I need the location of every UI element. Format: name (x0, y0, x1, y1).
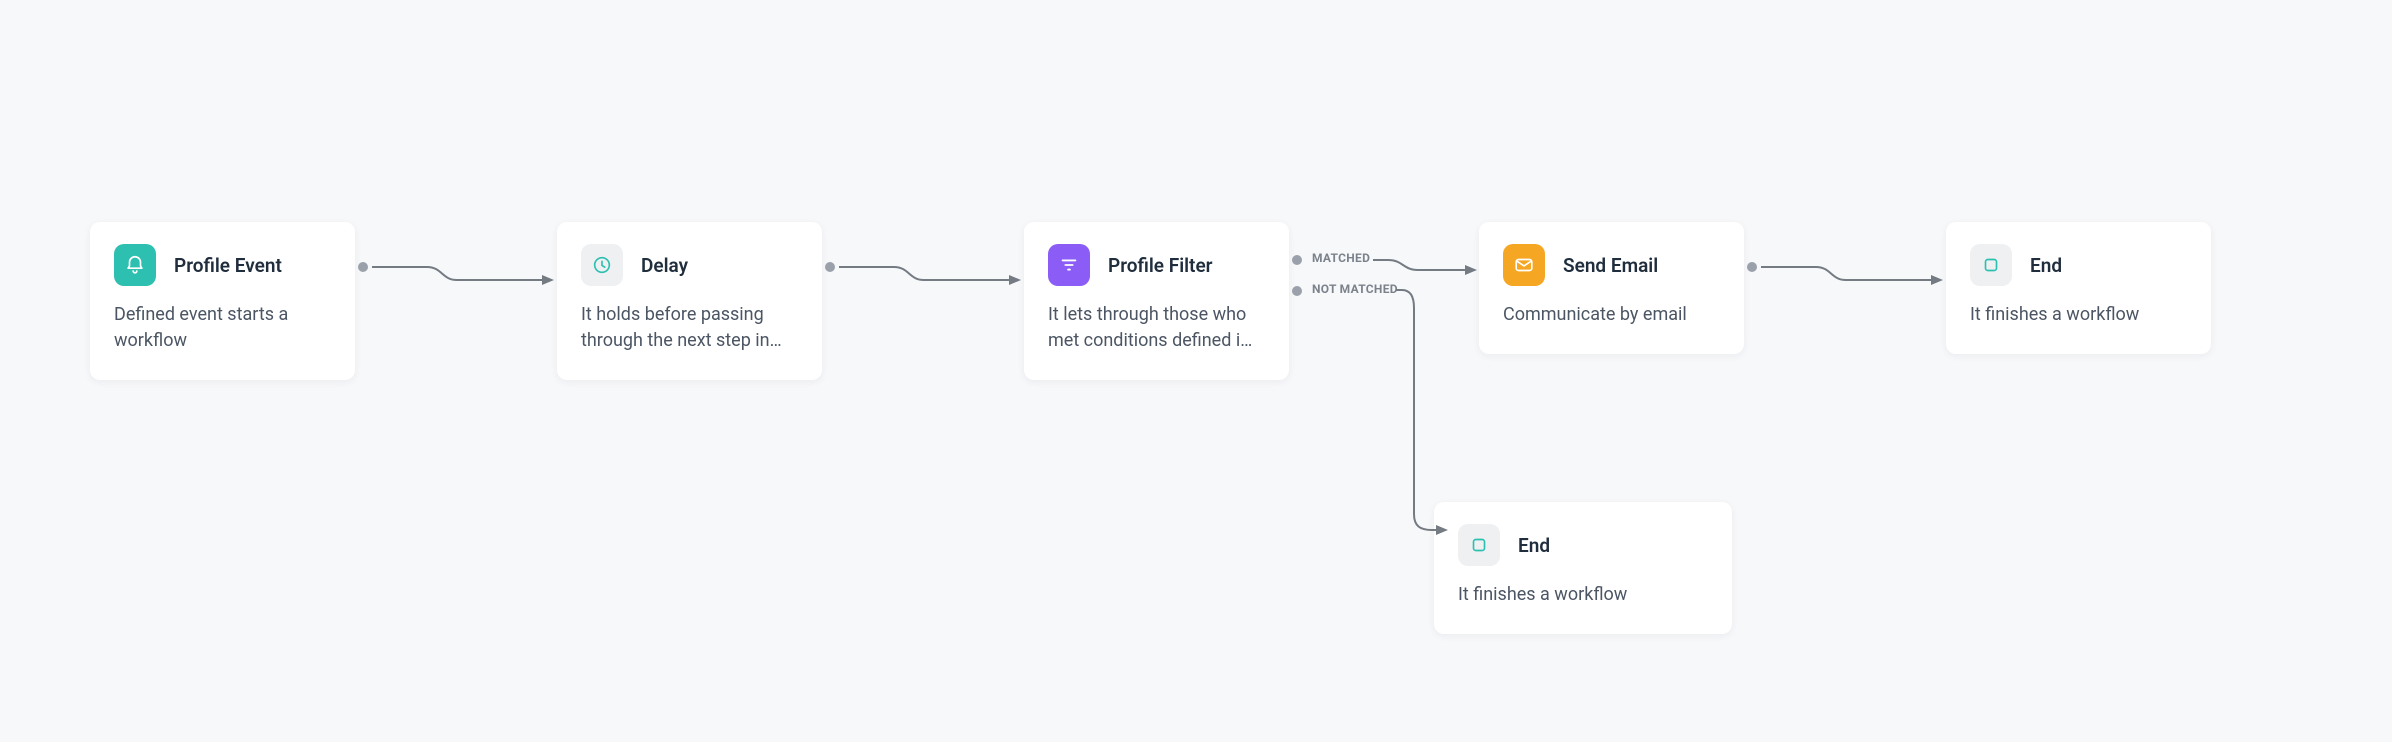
connector (1761, 250, 1951, 300)
node-profile-filter[interactable]: Profile Filter It lets through those who… (1024, 222, 1289, 380)
workflow-canvas[interactable]: Profile Event Defined event starts a wor… (0, 0, 2392, 742)
connector (372, 250, 562, 300)
node-end-top[interactable]: End It finishes a workflow (1946, 222, 2211, 354)
node-title: End (1518, 534, 1550, 557)
node-title: Delay (641, 254, 688, 277)
node-desc: Communicate by email (1503, 302, 1720, 328)
node-desc: It finishes a workflow (1970, 302, 2187, 328)
node-send-email[interactable]: Send Email Communicate by email (1479, 222, 1744, 354)
node-desc: Defined event starts a workflow (114, 302, 331, 354)
filter-icon (1048, 244, 1090, 286)
node-desc: It holds before passing through the next… (581, 302, 798, 354)
node-title: End (2030, 254, 2062, 277)
node-delay[interactable]: Delay It holds before passing through th… (557, 222, 822, 380)
node-desc: It finishes a workflow (1458, 582, 1708, 608)
output-port[interactable] (825, 262, 835, 272)
output-port-matched[interactable] (1292, 255, 1302, 265)
node-title: Profile Filter (1108, 254, 1213, 277)
connector-matched (1373, 248, 1485, 288)
mail-icon (1503, 244, 1545, 286)
stop-icon (1458, 524, 1500, 566)
bell-icon (114, 244, 156, 286)
node-desc: It lets through those who met conditions… (1048, 302, 1265, 354)
output-port[interactable] (358, 262, 368, 272)
connector (839, 250, 1029, 300)
node-title: Send Email (1563, 254, 1658, 277)
output-port[interactable] (1747, 262, 1757, 272)
port-label-matched: MATCHED (1312, 251, 1370, 265)
connector-not-matched (1396, 284, 1456, 544)
node-end-bottom[interactable]: End It finishes a workflow (1434, 502, 1732, 634)
stop-icon (1970, 244, 2012, 286)
node-profile-event[interactable]: Profile Event Defined event starts a wor… (90, 222, 355, 380)
output-port-not-matched[interactable] (1292, 286, 1302, 296)
node-title: Profile Event (174, 254, 282, 277)
clock-icon (581, 244, 623, 286)
